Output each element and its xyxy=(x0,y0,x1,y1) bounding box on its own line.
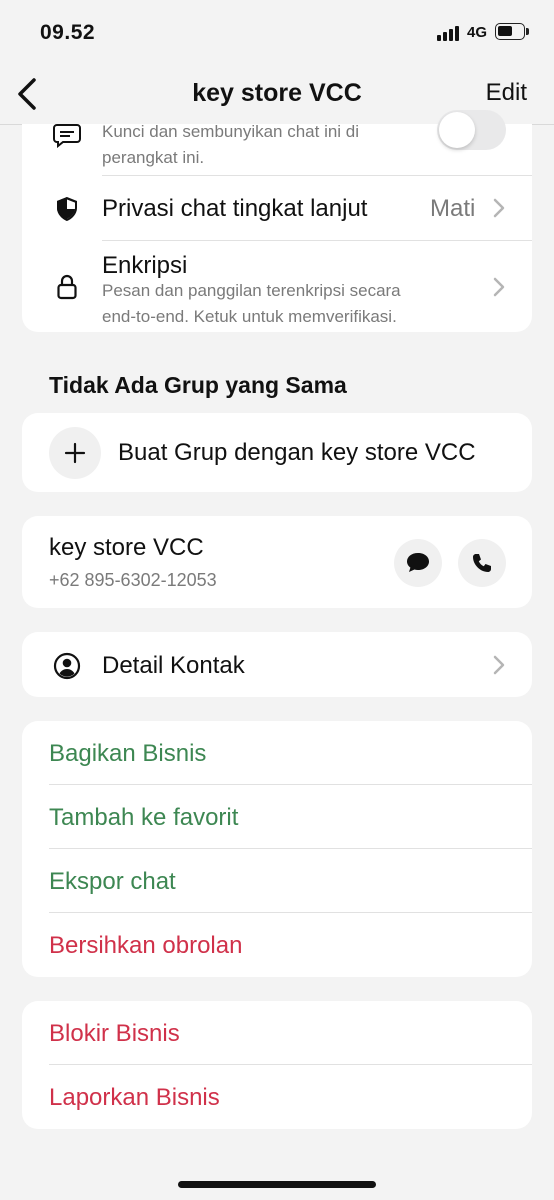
groups-section-title: Tidak Ada Grup yang Sama xyxy=(49,372,347,398)
row-divider xyxy=(49,912,532,913)
lock-chat-subtitle-2: perangkat ini. xyxy=(102,148,205,167)
status-time: 09.52 xyxy=(40,21,96,44)
shield-icon xyxy=(57,197,77,221)
create-group-row[interactable]: Buat Grup dengan key store VCC xyxy=(22,413,532,492)
chat-lock-icon xyxy=(53,124,81,148)
contact-details-card: Detail Kontak xyxy=(22,632,532,697)
chevron-right-icon xyxy=(493,277,505,297)
contact-card: key store VCC +62 895-6302-12053 xyxy=(22,516,532,608)
battery-icon xyxy=(495,23,529,40)
row-divider xyxy=(49,784,532,785)
plus-icon-button xyxy=(49,427,101,479)
report-business-button[interactable]: Laporkan Bisnis xyxy=(49,1084,220,1112)
advanced-privacy-value: Mati xyxy=(430,195,476,222)
status-bar: 09.52 4G xyxy=(0,0,554,66)
call-button[interactable] xyxy=(458,539,506,587)
row-divider xyxy=(49,1064,532,1065)
network-type: 4G xyxy=(467,24,488,41)
chevron-right-icon xyxy=(493,655,505,675)
advanced-privacy-label: Privasi chat tingkat lanjut xyxy=(102,195,368,222)
message-icon xyxy=(407,553,429,572)
message-button[interactable] xyxy=(394,539,442,587)
advanced-privacy-row[interactable]: Privasi chat tingkat lanjut Mati xyxy=(22,176,532,240)
lock-icon xyxy=(57,274,77,300)
phone-icon xyxy=(473,554,491,572)
security-card: Kunci dan sembunyikan chat ini di perang… xyxy=(22,124,532,332)
encryption-label: Enkripsi xyxy=(102,252,188,279)
clear-chat-button[interactable]: Bersihkan obrolan xyxy=(49,932,242,960)
encryption-subtitle-1: Pesan dan panggilan terenkripsi secara xyxy=(102,281,401,300)
encryption-subtitle-2: end-to-end. Ketuk untuk memverifikasi. xyxy=(102,307,397,326)
create-group-card: Buat Grup dengan key store VCC xyxy=(22,413,532,492)
home-indicator xyxy=(178,1181,376,1188)
person-circle-icon xyxy=(53,652,81,680)
export-chat-button[interactable]: Ekspor chat xyxy=(49,868,176,896)
share-business-button[interactable]: Bagikan Bisnis xyxy=(49,740,206,768)
contact-details-label: Detail Kontak xyxy=(102,652,245,679)
lock-chat-toggle[interactable] xyxy=(437,110,506,150)
lock-chat-subtitle-1: Kunci dan sembunyikan chat ini di xyxy=(102,124,360,141)
page-title: key store VCC xyxy=(192,79,362,107)
danger-actions-card: Blokir Bisnis Laporkan Bisnis xyxy=(22,1001,532,1129)
signal-icon xyxy=(437,25,463,41)
row-divider xyxy=(49,848,532,849)
add-favorite-button[interactable]: Tambah ke favorit xyxy=(49,804,238,832)
block-business-button[interactable]: Blokir Bisnis xyxy=(49,1020,180,1048)
create-group-label: Buat Grup dengan key store VCC xyxy=(118,439,476,466)
encryption-row[interactable]: Enkripsi Pesan dan panggilan terenkripsi… xyxy=(22,241,532,332)
actions-card: Bagikan Bisnis Tambah ke favorit Ekspor … xyxy=(22,721,532,977)
contact-phone: +62 895-6302-12053 xyxy=(49,570,217,590)
contact-name: key store VCC xyxy=(49,534,204,561)
edit-button[interactable]: Edit xyxy=(486,79,527,107)
plus-icon xyxy=(64,442,86,464)
contact-details-row[interactable]: Detail Kontak xyxy=(22,632,532,697)
chevron-right-icon xyxy=(493,198,505,218)
